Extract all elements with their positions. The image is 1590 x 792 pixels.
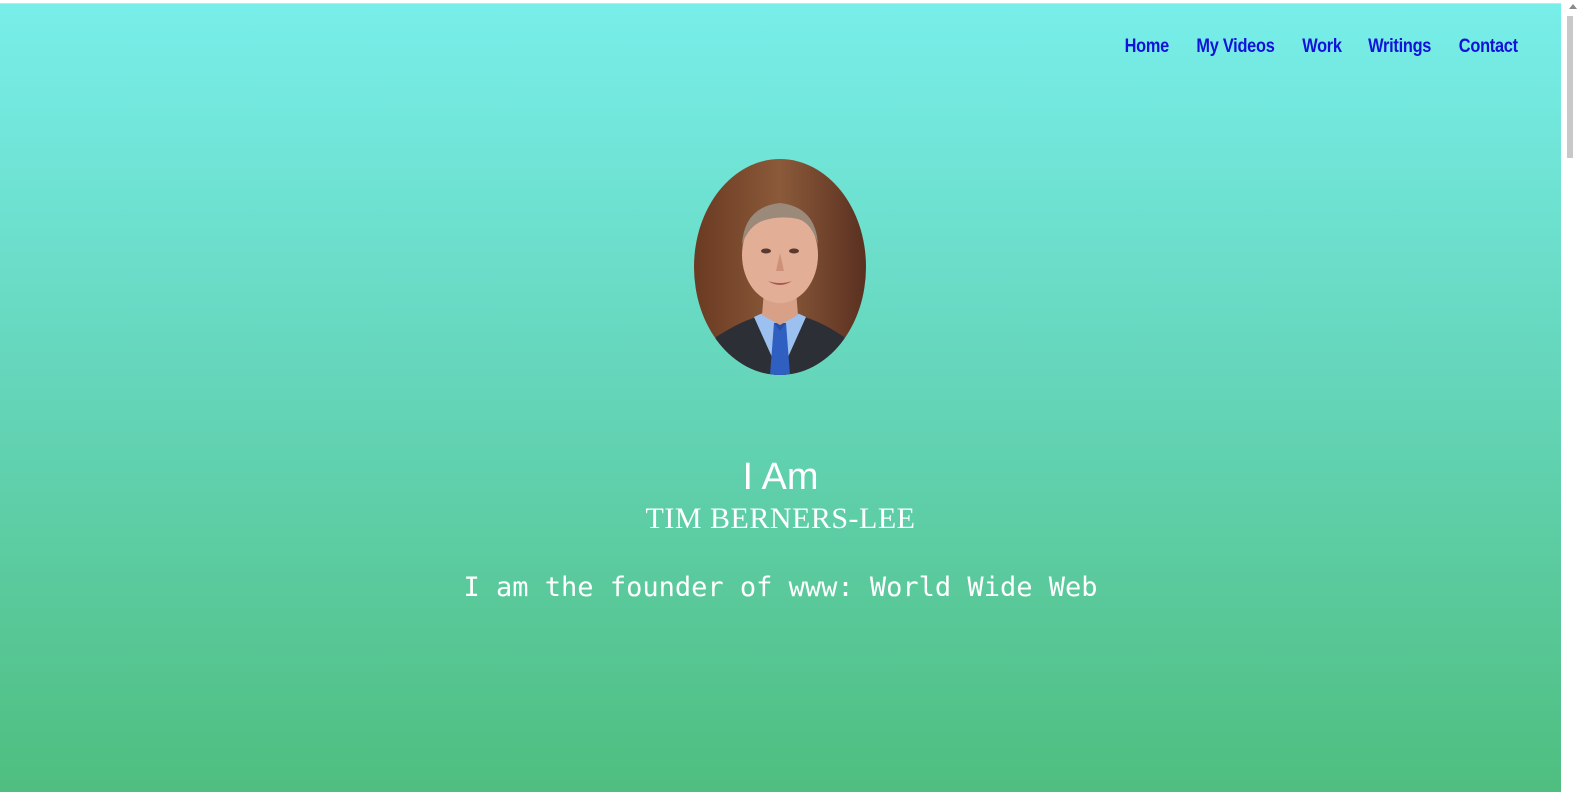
- nav-work[interactable]: Work: [1302, 36, 1342, 58]
- profile-photo: [694, 159, 866, 375]
- greeting-heading: I Am: [742, 456, 819, 498]
- top-nav: Home My Videos Work Writings Contact: [1121, 36, 1523, 58]
- person-portrait-icon: [694, 159, 866, 375]
- vertical-scrollbar[interactable]: [1561, 0, 1590, 792]
- person-name: TIM BERNERS-LEE: [645, 502, 916, 535]
- scroll-up-icon[interactable]: [1569, 4, 1577, 9]
- nav-contact[interactable]: Contact: [1459, 36, 1518, 58]
- nav-home[interactable]: Home: [1124, 36, 1169, 58]
- nav-my-videos[interactable]: My Videos: [1197, 36, 1275, 58]
- scrollbar-thumb[interactable]: [1567, 16, 1573, 158]
- page-background: Home My Videos Work Writings Contact I A…: [0, 3, 1561, 792]
- nav-writings[interactable]: Writings: [1368, 36, 1431, 58]
- tagline: I am the founder of www: World Wide Web: [463, 572, 1098, 603]
